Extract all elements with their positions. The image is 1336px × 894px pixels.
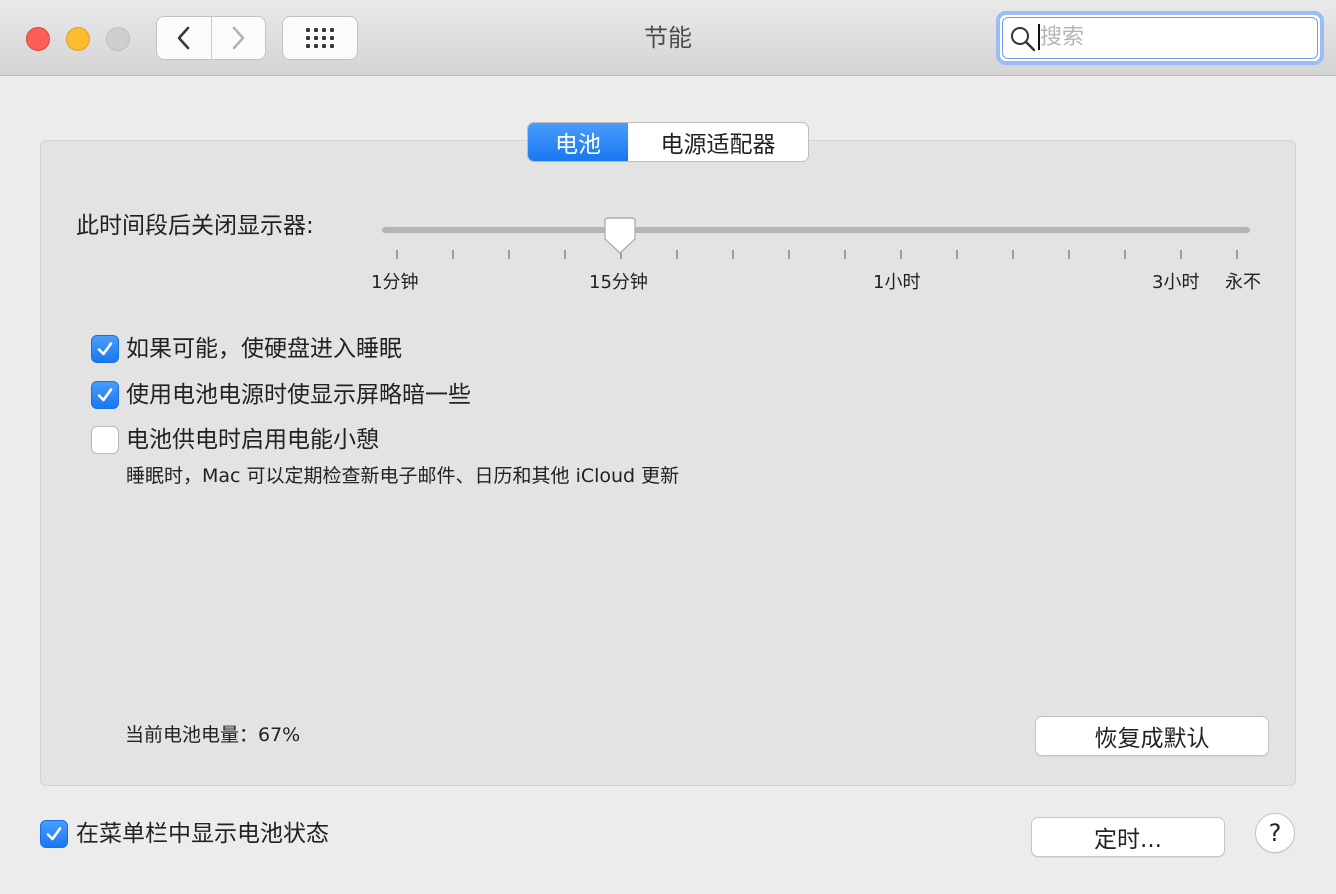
- tab-bar: 电池 电源适配器: [527, 122, 809, 162]
- tab-power-adapter[interactable]: 电源适配器: [628, 123, 808, 161]
- slider-tick: [564, 250, 566, 259]
- dim-display-label[interactable]: 使用电池电源时使显示屏略暗一些: [126, 379, 471, 411]
- slider-tick: [1012, 250, 1014, 259]
- help-button[interactable]: ?: [1255, 813, 1295, 853]
- grid-icon: [306, 28, 334, 48]
- display-sleep-slider-track[interactable]: [382, 227, 1250, 233]
- slider-tick: [452, 250, 454, 259]
- slider-tick: [1180, 250, 1182, 259]
- power-nap-label[interactable]: 电池供电时启用电能小憩: [126, 424, 379, 456]
- show-battery-status-label[interactable]: 在菜单栏中显示电池状态: [76, 818, 329, 850]
- checkmark-icon: [46, 827, 62, 841]
- slider-tick: [900, 250, 902, 259]
- power-nap-checkbox[interactable]: [91, 426, 119, 454]
- slider-mark-1-hour: 1小时: [873, 272, 921, 293]
- window-title: 节能: [644, 24, 692, 52]
- energy-saver-window: 节能 电池 电源适配器 此时间段后关闭显示器: 1分钟 15分钟 1: [0, 0, 1336, 894]
- slider-tick: [1124, 250, 1126, 259]
- forward-button[interactable]: [210, 17, 266, 59]
- slider-tick: [508, 250, 510, 259]
- zoom-button: [106, 27, 130, 51]
- battery-level-text: 当前电池电量：67%: [125, 724, 301, 746]
- slider-tick: [1068, 250, 1070, 259]
- hard-disk-sleep-label[interactable]: 如果可能，使硬盘进入睡眠: [126, 333, 402, 365]
- slider-tick: [676, 250, 678, 259]
- display-sleep-label: 此时间段后关闭显示器:: [76, 213, 314, 239]
- slider-mark-15-minutes: 15分钟: [589, 272, 648, 293]
- slider-tick: [788, 250, 790, 259]
- slider-mark-1-minute: 1分钟: [371, 272, 419, 293]
- dim-display-checkbox[interactable]: [91, 381, 119, 409]
- slider-tick: [396, 250, 398, 259]
- show-all-button[interactable]: [282, 16, 358, 60]
- slider-tick: [732, 250, 734, 259]
- minimize-button[interactable]: [66, 27, 90, 51]
- power-nap-description: 睡眠时，Mac 可以定期检查新电子邮件、日历和其他 iCloud 更新: [126, 465, 680, 487]
- slider-thumb[interactable]: [603, 216, 637, 256]
- chevron-right-icon: [232, 26, 245, 50]
- slider-mark-3-hours: 3小时: [1152, 272, 1200, 293]
- back-button[interactable]: [157, 17, 211, 59]
- close-button[interactable]: [26, 27, 50, 51]
- tab-battery[interactable]: 电池: [528, 123, 628, 161]
- slider-tick: [956, 250, 958, 259]
- search-field[interactable]: [996, 11, 1324, 65]
- slider-tick: [844, 250, 846, 259]
- slider-tick: [1236, 250, 1238, 259]
- slider-mark-never: 永不: [1225, 272, 1261, 293]
- navigation-group: [156, 16, 266, 60]
- search-input[interactable]: [1040, 21, 1310, 53]
- title-bar: 节能: [0, 0, 1336, 76]
- restore-defaults-button[interactable]: 恢复成默认: [1035, 716, 1269, 756]
- schedule-button[interactable]: 定时...: [1031, 817, 1225, 857]
- checkmark-icon: [97, 388, 113, 402]
- search-icon: [1011, 27, 1036, 52]
- show-battery-status-checkbox[interactable]: [40, 820, 68, 848]
- hard-disk-sleep-checkbox[interactable]: [91, 335, 119, 363]
- chevron-left-icon: [177, 26, 190, 50]
- checkmark-icon: [97, 342, 113, 356]
